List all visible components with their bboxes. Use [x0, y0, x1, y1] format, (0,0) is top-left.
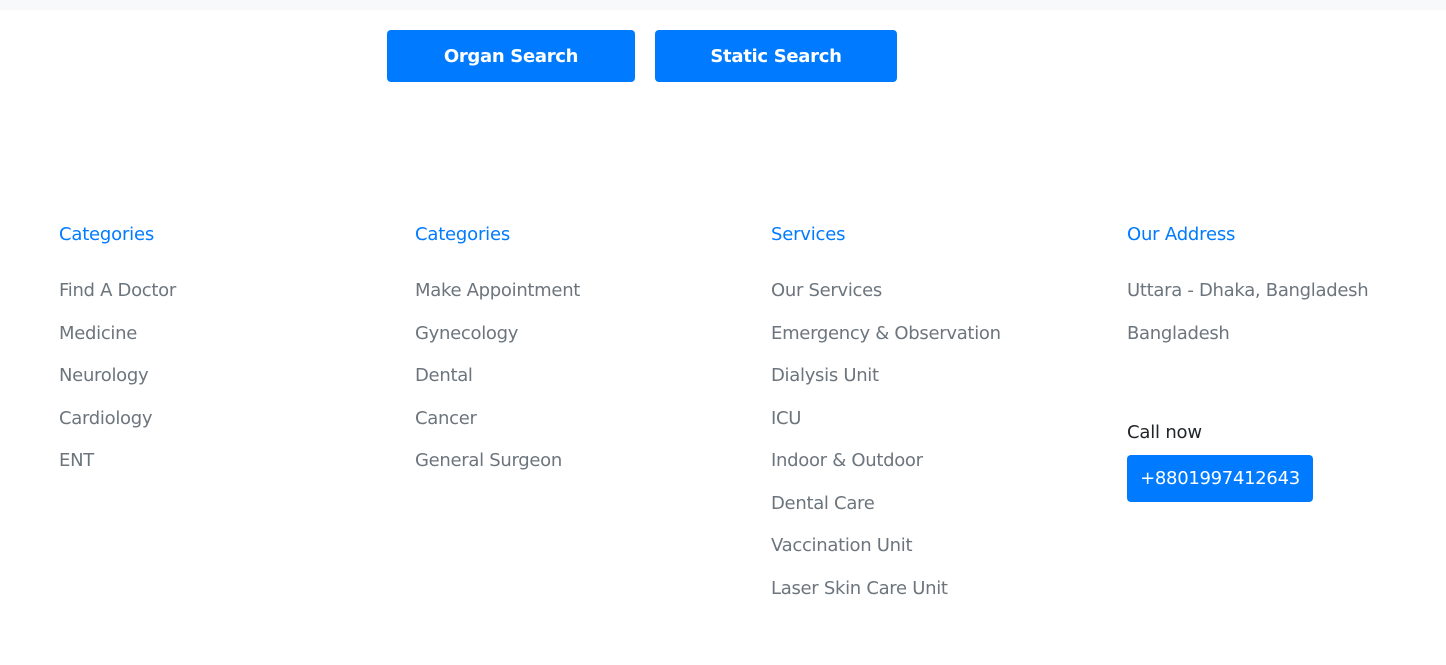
footer-column-address: Our Address Uttara - Dhaka, Bangladesh B… [1127, 222, 1369, 502]
footer-column-services: Services Our Services Emergency & Observ… [771, 222, 1001, 619]
list-item: Indoor & Outdoor [771, 449, 1001, 492]
column-heading: Categories [415, 224, 511, 245]
footer-column-categories-1: Categories Find A Doctor Medicine Neurol… [59, 222, 176, 492]
footer-link-list: Make Appointment Gynecology Dental Cance… [415, 279, 580, 492]
address-line: Uttara - Dhaka, Bangladesh [1127, 280, 1369, 301]
footer-link-cancer[interactable]: Cancer [415, 408, 477, 429]
column-heading: Services [771, 224, 846, 245]
list-item: Neurology [59, 364, 176, 407]
list-item: Make Appointment [415, 279, 580, 322]
footer-link-vaccination-unit[interactable]: Vaccination Unit [771, 535, 913, 556]
list-item: ENT [59, 449, 176, 492]
list-item: Cardiology [59, 407, 176, 450]
list-item: Laser Skin Care Unit [771, 577, 1001, 620]
list-item: Dental Care [771, 492, 1001, 535]
column-heading: Categories [59, 224, 155, 245]
footer-link-neurology[interactable]: Neurology [59, 365, 149, 386]
organ-search-button[interactable]: Organ Search [387, 30, 635, 82]
list-item: General Surgeon [415, 449, 580, 492]
footer-link-make-appointment[interactable]: Make Appointment [415, 280, 580, 301]
footer-link-our-services[interactable]: Our Services [771, 280, 882, 301]
list-item: Dialysis Unit [771, 364, 1001, 407]
list-item: Our Services [771, 279, 1001, 322]
footer-link-icu[interactable]: ICU [771, 408, 801, 429]
list-item: Vaccination Unit [771, 534, 1001, 577]
footer-link-cardiology[interactable]: Cardiology [59, 408, 153, 429]
footer-link-dental[interactable]: Dental [415, 365, 473, 386]
address-country: Bangladesh [1127, 322, 1230, 344]
footer-link-laser-skin-care-unit[interactable]: Laser Skin Care Unit [771, 578, 948, 599]
footer-column-categories-2: Categories Make Appointment Gynecology D… [415, 222, 580, 492]
footer-link-list: Our Services Emergency & Observation Dia… [771, 279, 1001, 619]
list-item: Find A Doctor [59, 279, 176, 322]
footer-link-general-surgeon[interactable]: General Surgeon [415, 450, 562, 471]
footer-link-indoor-outdoor[interactable]: Indoor & Outdoor [771, 450, 923, 471]
footer-link-dialysis-unit[interactable]: Dialysis Unit [771, 365, 879, 386]
footer-link-gynecology[interactable]: Gynecology [415, 323, 518, 344]
static-search-button[interactable]: Static Search [655, 30, 897, 82]
footer-link-medicine[interactable]: Medicine [59, 323, 137, 344]
footer-link-emergency-observation[interactable]: Emergency & Observation [771, 323, 1001, 344]
list-item: Emergency & Observation [771, 322, 1001, 365]
call-now-label: Call now [1127, 422, 1202, 443]
list-item: Cancer [415, 407, 580, 450]
footer-link-list: Find A Doctor Medicine Neurology Cardiol… [59, 279, 176, 492]
footer-link-dental-care[interactable]: Dental Care [771, 493, 875, 514]
list-item: ICU [771, 407, 1001, 450]
phone-call-button[interactable]: +8801997412643 [1127, 455, 1313, 502]
list-item: Gynecology [415, 322, 580, 365]
list-item: Medicine [59, 322, 176, 365]
top-band [0, 0, 1446, 10]
footer-link-find-a-doctor[interactable]: Find A Doctor [59, 280, 176, 301]
list-item: Dental [415, 364, 580, 407]
footer-link-ent[interactable]: ENT [59, 450, 94, 471]
address-block: Uttara - Dhaka, Bangladesh Bangladesh [1127, 279, 1369, 364]
column-heading: Our Address [1127, 224, 1236, 245]
